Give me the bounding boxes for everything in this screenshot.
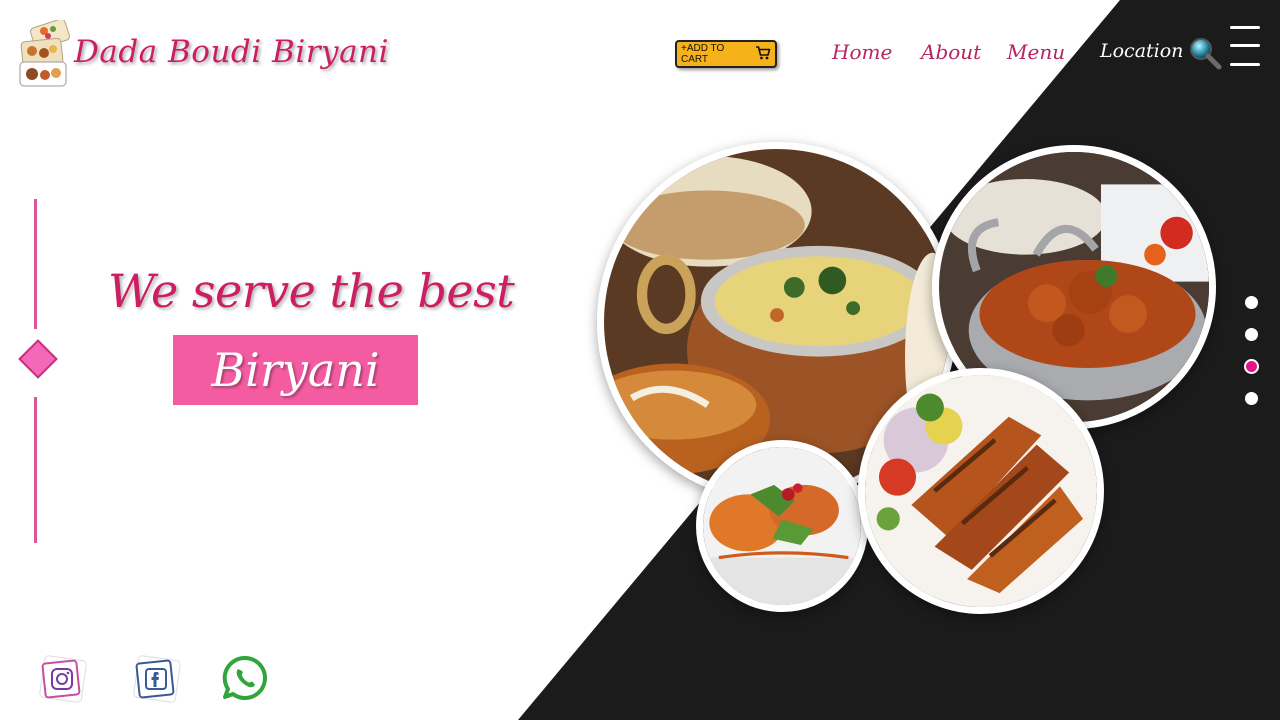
- hero-tagline: We serve the best: [108, 264, 515, 318]
- slider-dot-4[interactable]: [1245, 392, 1258, 405]
- instagram-icon[interactable]: [36, 652, 88, 704]
- decor-line-top: [34, 199, 37, 329]
- nav-location-link[interactable]: Location: [1100, 40, 1183, 62]
- facebook-icon[interactable]: [130, 652, 182, 704]
- search-icon[interactable]: [1188, 36, 1222, 70]
- hero-highlight-badge: Biryani: [173, 335, 418, 405]
- decor-line-bottom: [34, 397, 37, 543]
- chicken-tikka-image: [858, 368, 1104, 614]
- slider-dot-3-active[interactable]: [1244, 359, 1259, 374]
- logo-icon[interactable]: [18, 18, 72, 90]
- slider-dot-1[interactable]: [1245, 296, 1258, 309]
- diamond-ornament: [18, 339, 58, 379]
- cart-label: +ADD TO CART: [681, 43, 725, 65]
- landing-page: Dada Boudi Biryani +ADD TO CART Home Abo…: [0, 0, 1280, 720]
- whatsapp-icon[interactable]: [222, 655, 268, 701]
- hamburger-menu-icon[interactable]: [1230, 24, 1262, 68]
- add-to-cart-button[interactable]: +ADD TO CART: [675, 40, 777, 68]
- hero-highlight-text: Biryani: [211, 343, 380, 397]
- nav-home-link[interactable]: Home: [832, 40, 892, 64]
- slider-dot-2[interactable]: [1245, 328, 1258, 341]
- brand-name[interactable]: Dada Boudi Biryani: [74, 34, 389, 70]
- nav-menu-link[interactable]: Menu: [1007, 40, 1065, 64]
- cart-icon: [755, 45, 771, 63]
- nav-about-link[interactable]: About: [921, 40, 981, 64]
- grilled-chicken-salad-image: [696, 440, 868, 612]
